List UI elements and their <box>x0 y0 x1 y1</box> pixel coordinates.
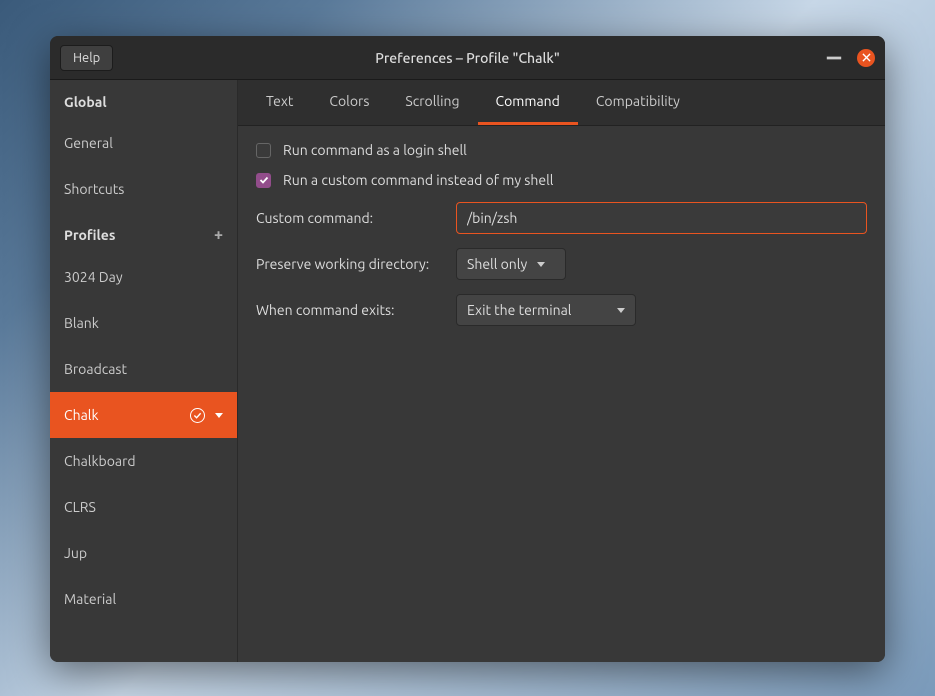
window-controls <box>825 49 875 67</box>
tab-command[interactable]: Command <box>478 80 578 125</box>
sidebar: Global General Shortcuts Profiles + 3024… <box>50 80 238 662</box>
sidebar-item-blank[interactable]: Blank <box>50 300 237 346</box>
sidebar-item-general[interactable]: General <box>50 120 237 166</box>
login-shell-label: Run command as a login shell <box>283 142 467 158</box>
default-profile-icon[interactable] <box>190 408 205 423</box>
profiles-label: Profiles <box>64 227 115 243</box>
minimize-button[interactable] <box>825 49 843 67</box>
when-exit-dropdown[interactable]: Exit the terminal <box>456 294 636 326</box>
profile-menu-icon[interactable] <box>215 413 223 418</box>
tab-scrolling[interactable]: Scrolling <box>387 80 477 125</box>
sidebar-profiles-header: Profiles + <box>50 212 237 254</box>
when-exit-label: When command exits: <box>256 302 444 318</box>
tab-colors[interactable]: Colors <box>311 80 387 125</box>
tab-text[interactable]: Text <box>248 80 311 125</box>
command-pane: Run command as a login shell Run a custo… <box>238 126 885 356</box>
sidebar-item-shortcuts[interactable]: Shortcuts <box>50 166 237 212</box>
custom-command-checkbox-label: Run a custom command instead of my shell <box>283 172 553 188</box>
sidebar-item-label: Chalk <box>64 407 99 423</box>
sidebar-item-material[interactable]: Material <box>50 576 237 622</box>
titlebar: Help Preferences – Profile "Chalk" <box>50 36 885 80</box>
sidebar-item-chalk[interactable]: Chalk <box>50 392 237 438</box>
sidebar-item-3024-day[interactable]: 3024 Day <box>50 254 237 300</box>
preserve-dir-dropdown[interactable]: Shell only <box>456 248 566 280</box>
when-exit-value: Exit the terminal <box>467 302 571 318</box>
sidebar-item-jup[interactable]: Jup <box>50 530 237 576</box>
custom-command-label: Custom command: <box>256 210 444 226</box>
custom-command-input[interactable] <box>456 202 867 234</box>
main-panel: Text Colors Scrolling Command Compatibil… <box>238 80 885 662</box>
sidebar-item-clrs[interactable]: CLRS <box>50 484 237 530</box>
window-title: Preferences – Profile "Chalk" <box>50 50 885 66</box>
tabs: Text Colors Scrolling Command Compatibil… <box>238 80 885 126</box>
sidebar-global-header: Global <box>50 80 237 120</box>
close-button[interactable] <box>857 49 875 67</box>
chevron-down-icon <box>617 308 625 313</box>
preferences-window: Help Preferences – Profile "Chalk" Globa… <box>50 36 885 662</box>
help-button[interactable]: Help <box>60 45 113 71</box>
custom-command-checkbox[interactable] <box>256 173 271 188</box>
add-profile-icon[interactable]: + <box>214 226 223 244</box>
sidebar-item-broadcast[interactable]: Broadcast <box>50 346 237 392</box>
preserve-dir-value: Shell only <box>467 256 527 272</box>
preserve-dir-label: Preserve working directory: <box>256 256 444 272</box>
chevron-down-icon <box>537 262 545 267</box>
sidebar-item-chalkboard[interactable]: Chalkboard <box>50 438 237 484</box>
login-shell-checkbox[interactable] <box>256 143 271 158</box>
tab-compatibility[interactable]: Compatibility <box>578 80 698 125</box>
content-area: Global General Shortcuts Profiles + 3024… <box>50 80 885 662</box>
